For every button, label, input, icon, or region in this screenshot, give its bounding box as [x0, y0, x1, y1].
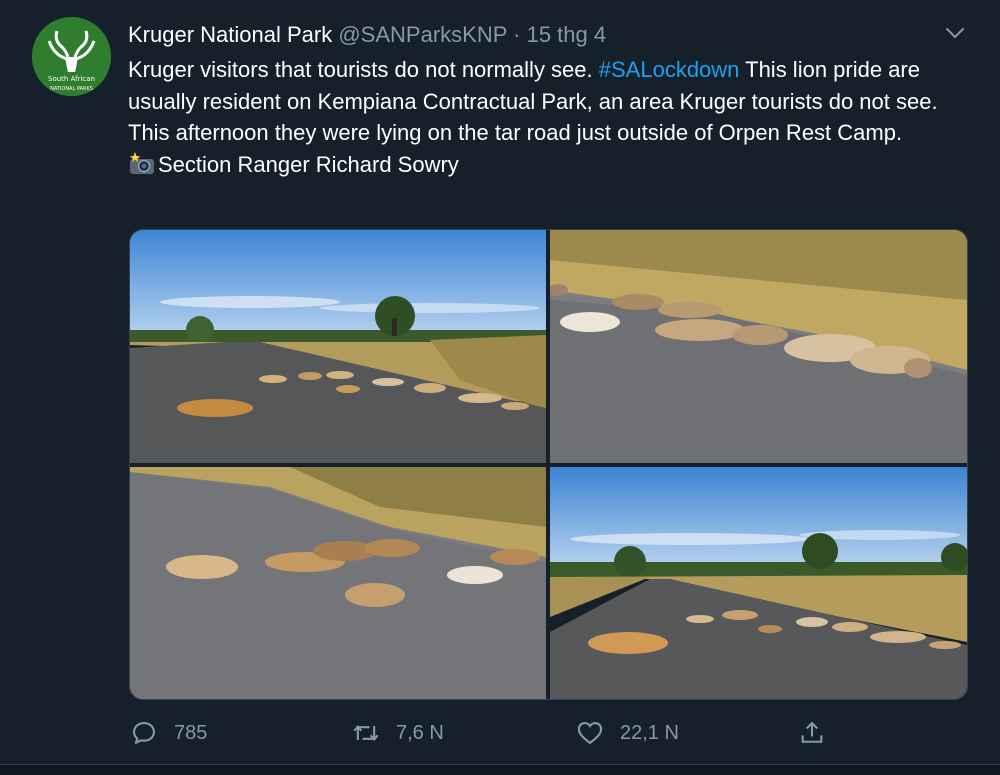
tweet[interactable]: South African NATIONAL PARKS Kruger Nati…	[0, 0, 1000, 774]
avatar[interactable]: South African NATIONAL PARKS	[32, 17, 111, 96]
heart-icon	[577, 722, 603, 745]
media-grid	[129, 229, 968, 700]
tweet-header: Kruger National Park @SANParksKNP · 15 t…	[128, 20, 606, 50]
reply-icon	[133, 722, 155, 744]
hashtag-link[interactable]: #SALockdown	[599, 57, 740, 82]
tweet-text: Kruger visitors that tourists do not nor…	[128, 54, 968, 180]
author-handle[interactable]: @SANParksKNP	[338, 22, 507, 47]
avatar-text-2: NATIONAL PARKS	[50, 86, 93, 92]
camera-flash-icon	[129, 151, 154, 174]
like-count: 22,1 N	[620, 721, 679, 744]
divider	[0, 764, 1000, 775]
reply-button[interactable]: 785	[130, 716, 207, 750]
retweet-count: 7,6 N	[396, 721, 444, 744]
like-button[interactable]: 22,1 N	[576, 716, 679, 750]
retweet-icon	[353, 724, 379, 742]
photo-lions-road-4[interactable]	[550, 467, 967, 699]
separator-dot: ·	[513, 22, 521, 47]
photo-credit: Section Ranger Richard Sowry	[158, 151, 459, 177]
author-name[interactable]: Kruger National Park	[128, 22, 332, 47]
chevron-down-icon[interactable]	[944, 22, 966, 44]
tweet-actions: 785 7,6 N 22,1 N	[0, 716, 1000, 750]
tweet-text-part1: Kruger visitors that tourists do not nor…	[128, 57, 599, 82]
reply-count: 785	[174, 721, 208, 744]
retweet-button[interactable]: 7,6 N	[352, 716, 444, 750]
share-icon	[801, 721, 823, 743]
tweet-date[interactable]: 15 thg 4	[527, 22, 607, 47]
photo-lions-road-1[interactable]	[130, 230, 546, 463]
photo-lions-road-2[interactable]	[550, 230, 967, 463]
photo-lions-road-3[interactable]	[130, 467, 546, 699]
share-button[interactable]	[798, 716, 842, 750]
avatar-text-1: South African	[48, 75, 95, 83]
